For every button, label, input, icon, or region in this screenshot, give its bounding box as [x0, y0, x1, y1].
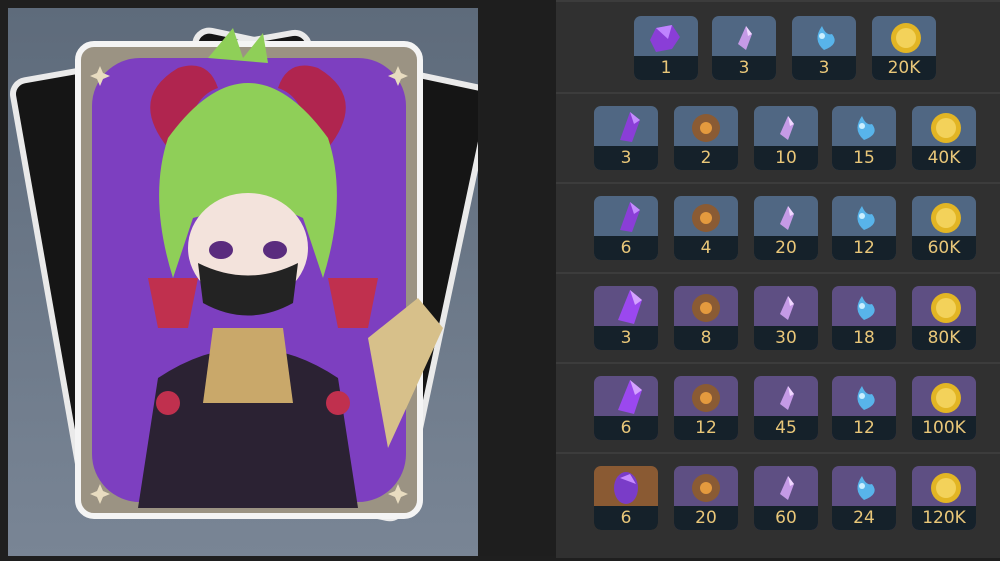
blue-flower-icon — [832, 376, 896, 418]
material-count: 60 — [754, 506, 818, 530]
character-portrait-card — [10, 27, 493, 522]
material-tile: 6 — [594, 466, 658, 530]
material-count: 120K — [912, 506, 976, 530]
material-tile: 18 — [832, 286, 896, 350]
gold-coin-icon — [912, 196, 976, 238]
material-row: 3 2 10 15 40K — [556, 92, 1000, 182]
material-count: 6 — [594, 506, 658, 530]
material-tile: 12 — [832, 196, 896, 260]
material-count: 8 — [674, 326, 738, 350]
material-tile: 8 — [674, 286, 738, 350]
gold-coin-icon — [912, 106, 976, 148]
material-count: 45 — [754, 416, 818, 440]
material-tile: 20 — [754, 196, 818, 260]
gold-coin-icon — [912, 286, 976, 328]
gold-coin-icon — [912, 466, 976, 508]
material-tile: 20 — [674, 466, 738, 530]
material-count: 30 — [754, 326, 818, 350]
blue-flower-icon — [832, 466, 896, 508]
ascension-materials-table: 1 3 3 20K 3 2 10 15 40K 6 4 20 12 60K 3 … — [556, 0, 1000, 558]
material-count: 10 — [754, 146, 818, 170]
gold-coin-icon — [912, 376, 976, 418]
crystal-shard-icon — [754, 286, 818, 328]
material-tile: 24 — [832, 466, 896, 530]
material-count: 80K — [912, 326, 976, 350]
material-count: 6 — [594, 236, 658, 260]
material-row: 6 20 60 24 120K — [556, 452, 1000, 558]
material-tile: 3 — [712, 16, 776, 80]
material-tile: 10 — [754, 106, 818, 170]
material-tile: 80K — [912, 286, 976, 350]
material-tile: 45 — [754, 376, 818, 440]
material-tile: 15 — [832, 106, 896, 170]
material-count: 20K — [872, 56, 936, 80]
material-count: 1 — [634, 56, 698, 80]
ore-icon — [674, 106, 738, 148]
material-tile: 4 — [674, 196, 738, 260]
material-count: 20 — [754, 236, 818, 260]
material-count: 3 — [594, 146, 658, 170]
crystal-shard-icon — [754, 196, 818, 238]
material-tile: 6 — [594, 196, 658, 260]
purple-gem-icon — [634, 16, 698, 58]
material-count: 24 — [832, 506, 896, 530]
material-tile: 40K — [912, 106, 976, 170]
blue-flower-icon — [792, 16, 856, 58]
material-tile: 3 — [792, 16, 856, 80]
material-count: 12 — [674, 416, 738, 440]
material-tile: 12 — [674, 376, 738, 440]
material-count: 100K — [912, 416, 976, 440]
material-tile: 20K — [872, 16, 936, 80]
material-tile: 30 — [754, 286, 818, 350]
material-row: 6 4 20 12 60K — [556, 182, 1000, 272]
material-tile: 1 — [634, 16, 698, 80]
character-card-panel — [8, 8, 493, 556]
crystal-shard-icon — [754, 466, 818, 508]
material-count: 4 — [674, 236, 738, 260]
ore-icon — [674, 466, 738, 508]
material-row: 1 3 3 20K — [556, 0, 1000, 92]
material-tile: 60 — [754, 466, 818, 530]
purple-gem-icon — [594, 376, 658, 418]
ore-icon — [674, 196, 738, 238]
panel-divider — [480, 0, 556, 556]
material-tile: 60K — [912, 196, 976, 260]
material-count: 40K — [912, 146, 976, 170]
blue-flower-icon — [832, 106, 896, 148]
material-tile: 2 — [674, 106, 738, 170]
material-count: 2 — [674, 146, 738, 170]
material-count: 60K — [912, 236, 976, 260]
crystal-shard-icon — [754, 376, 818, 418]
material-count: 3 — [594, 326, 658, 350]
material-row: 6 12 45 12 100K — [556, 362, 1000, 452]
material-count: 18 — [832, 326, 896, 350]
purple-gem-icon — [594, 196, 658, 238]
purple-gem-icon — [594, 466, 658, 508]
material-tile: 100K — [912, 376, 976, 440]
material-count: 6 — [594, 416, 658, 440]
material-count: 3 — [792, 56, 856, 80]
gold-coin-icon — [872, 16, 936, 58]
ore-icon — [674, 286, 738, 328]
material-count: 15 — [832, 146, 896, 170]
crystal-shard-icon — [754, 106, 818, 148]
material-count: 12 — [832, 416, 896, 440]
material-tile: 12 — [832, 376, 896, 440]
crystal-shard-icon — [712, 16, 776, 58]
blue-flower-icon — [832, 286, 896, 328]
material-tile: 3 — [594, 286, 658, 350]
material-count: 12 — [832, 236, 896, 260]
material-tile: 120K — [912, 466, 976, 530]
material-count: 20 — [674, 506, 738, 530]
material-row: 3 8 30 18 80K — [556, 272, 1000, 362]
blue-flower-icon — [832, 196, 896, 238]
material-tile: 6 — [594, 376, 658, 440]
material-count: 3 — [712, 56, 776, 80]
purple-gem-icon — [594, 106, 658, 148]
purple-gem-icon — [594, 286, 658, 328]
ore-icon — [674, 376, 738, 418]
material-tile: 3 — [594, 106, 658, 170]
